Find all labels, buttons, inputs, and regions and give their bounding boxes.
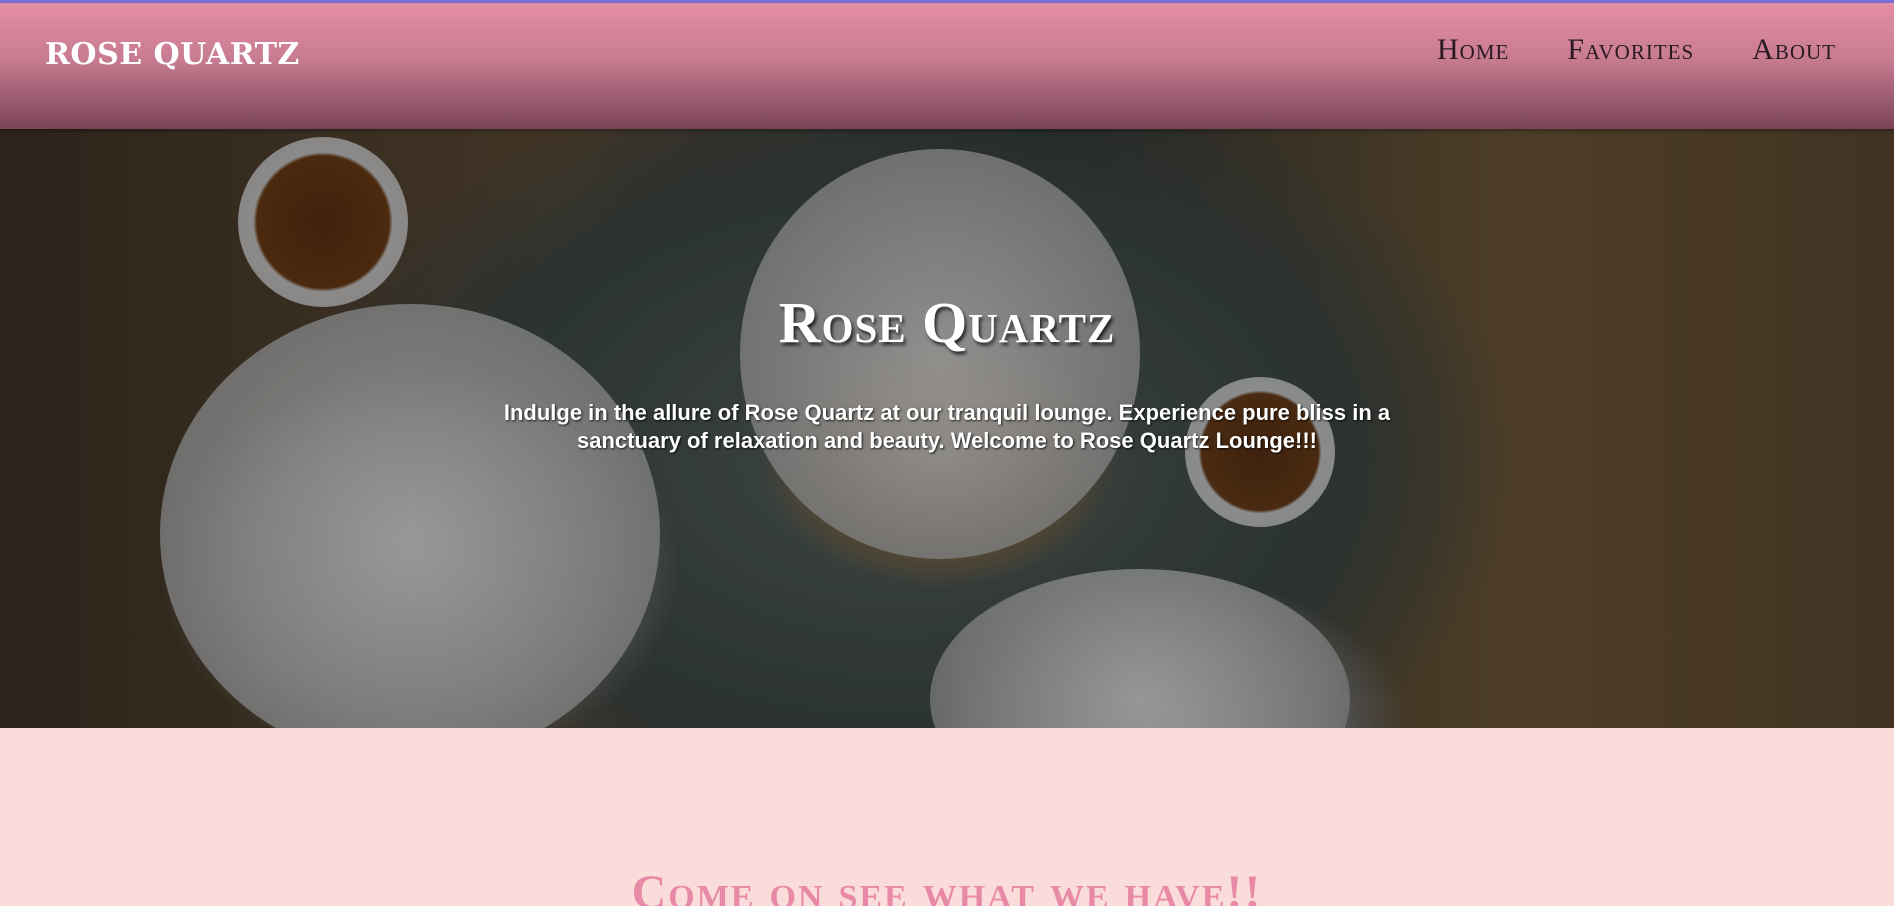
top-navbar: ROSE QUARTZ Home Favorites About xyxy=(0,3,1894,129)
hero-title: Rose Quartz xyxy=(778,290,1116,355)
hero-banner: Rose Quartz Indulge in the allure of Ros… xyxy=(0,129,1894,728)
nav-link-about[interactable]: About xyxy=(1752,33,1836,67)
nav-links: Home Favorites About xyxy=(1437,33,1836,67)
brand-logo-link[interactable]: ROSE QUARTZ xyxy=(45,37,300,72)
nav-link-home[interactable]: Home xyxy=(1437,33,1509,67)
nav-link-favorites[interactable]: Favorites xyxy=(1567,33,1694,67)
hero-description: Indulge in the allure of Rose Quartz at … xyxy=(503,400,1391,453)
section-heading: Come on see what we have!! xyxy=(631,866,1263,906)
